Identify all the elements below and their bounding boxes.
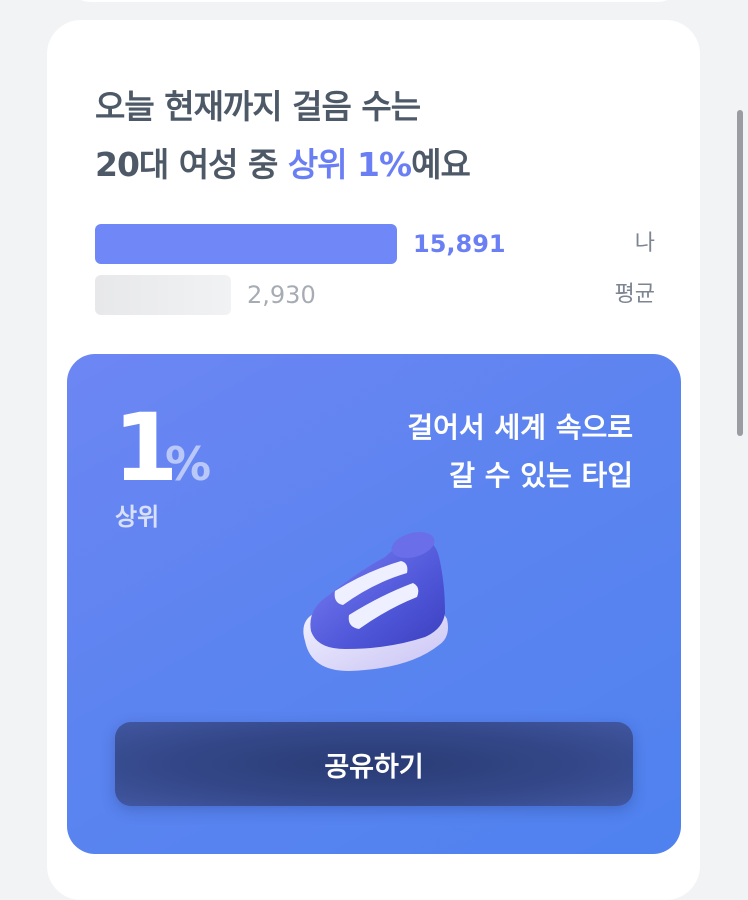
average-steps-label: 평균 [614, 282, 655, 307]
headline-prefix: 20대 여성 중 [95, 145, 288, 184]
rank-label: 상위 [115, 503, 160, 531]
previous-card [68, 0, 680, 2]
headline-suffix: 예요 [411, 145, 471, 184]
result-card: 1 % 상위 걸어서 세계 속으로 갈 수 있는 타입 공유하기 [67, 354, 681, 854]
my-steps-label: 나 [634, 231, 655, 256]
sneaker-icon [303, 532, 448, 671]
walker-type-line-1: 걸어서 세계 속으로 [407, 411, 633, 444]
walker-type-line-2: 갈 수 있는 타입 [449, 459, 633, 492]
my-steps-bar [95, 224, 397, 264]
headline: 오늘 현재까지 걸음 수는 20대 여성 중 상위 1%예요 [95, 78, 471, 194]
my-steps-row: 15,891 나 [95, 224, 655, 264]
walker-type-text: 걸어서 세계 속으로 갈 수 있는 타입 [313, 404, 633, 500]
average-steps-value: 2,930 [247, 281, 316, 309]
my-steps-value: 15,891 [413, 230, 506, 258]
average-steps-bar [95, 275, 231, 315]
headline-rank-highlight: 상위 1% [287, 145, 412, 184]
step-ranking-card: 오늘 현재까지 걸음 수는 20대 여성 중 상위 1%예요 15,891 나 … [47, 20, 700, 900]
rank-percent-sign: % [165, 437, 212, 491]
share-button[interactable]: 공유하기 [115, 722, 633, 806]
headline-line-1: 오늘 현재까지 걸음 수는 [95, 87, 421, 126]
scrollbar[interactable] [737, 110, 743, 436]
headline-line-2: 20대 여성 중 상위 1%예요 [95, 136, 471, 194]
average-steps-row: 2,930 평균 [95, 275, 655, 315]
